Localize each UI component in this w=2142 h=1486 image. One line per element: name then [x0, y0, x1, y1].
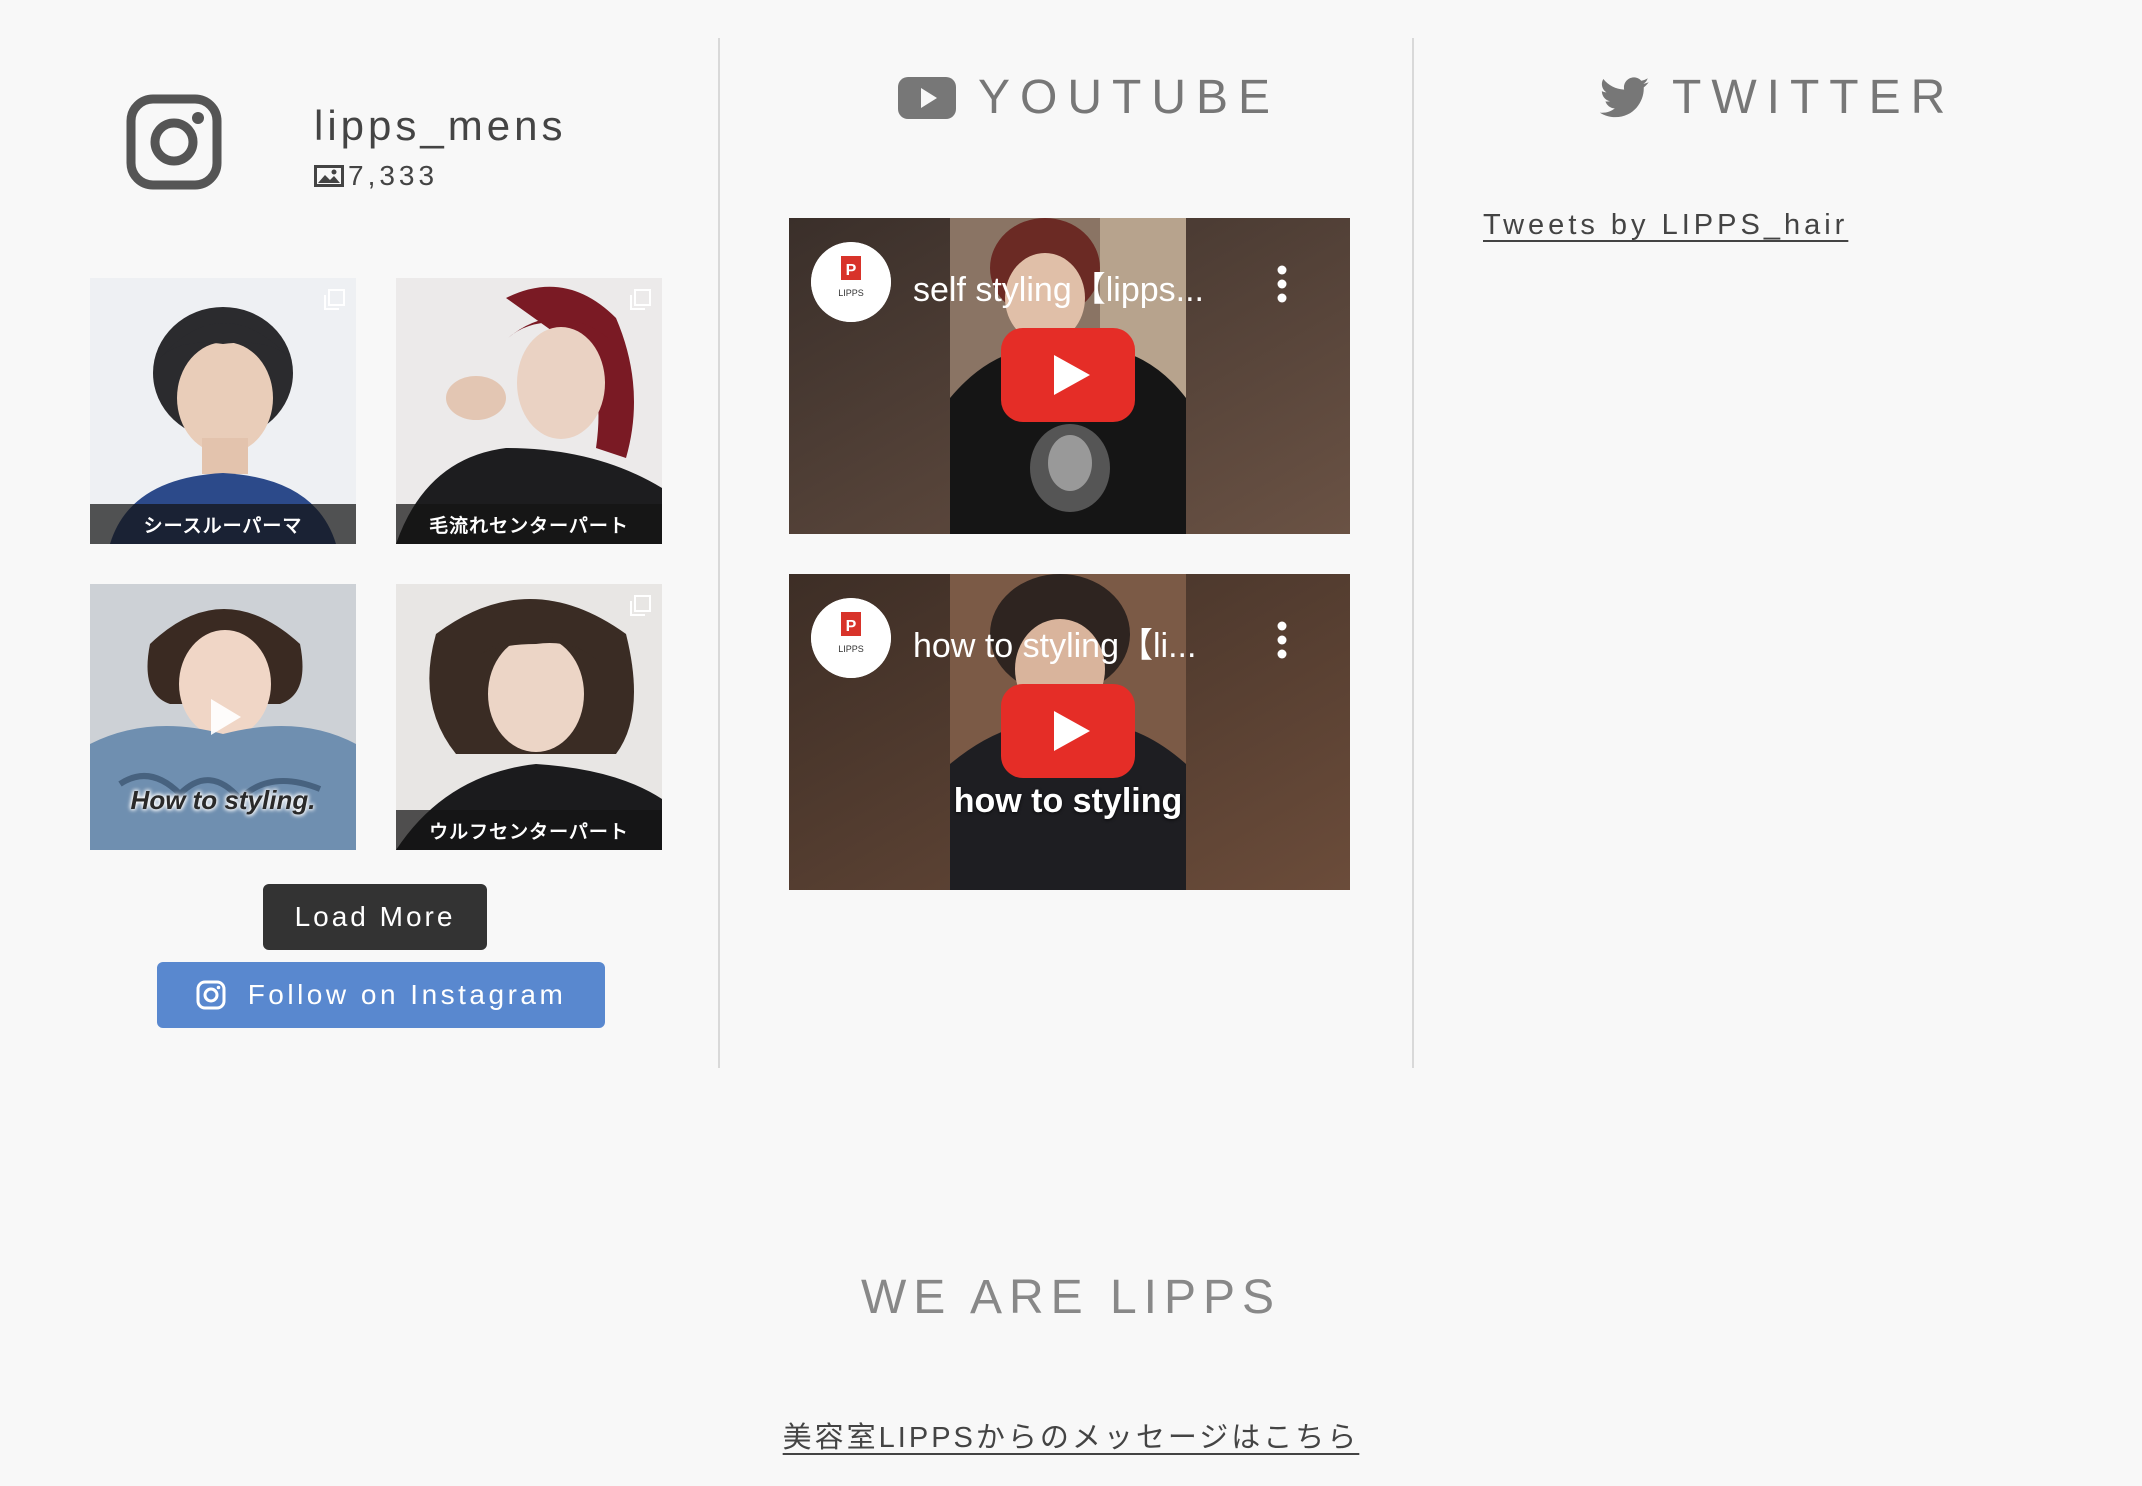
- youtube-heading: YOUTUBE: [898, 70, 1280, 125]
- column-divider: [718, 38, 720, 1068]
- carousel-icon: [630, 595, 651, 616]
- post-caption: ウルフセンターパート: [396, 810, 662, 850]
- carousel-icon: [324, 289, 345, 310]
- instagram-logo-icon[interactable]: [126, 94, 222, 190]
- channel-avatar[interactable]: P LIPPS: [811, 242, 891, 322]
- instagram-post[interactable]: 毛流れセンターパート: [396, 278, 662, 544]
- instagram-post[interactable]: ウルフセンターパート: [396, 584, 662, 850]
- salon-message-link[interactable]: 美容室LIPPSからのメッセージはこちら: [0, 1414, 2142, 1456]
- channel-avatar-text: LIPPS: [838, 644, 864, 654]
- follow-on-instagram-button[interactable]: Follow on Instagram: [157, 962, 605, 1028]
- channel-avatar-text: LIPPS: [838, 288, 864, 298]
- svg-text:P: P: [846, 618, 857, 635]
- video-title[interactable]: self styling【lipps...: [913, 262, 1204, 311]
- post-count-value: 7,333: [348, 160, 439, 191]
- post-overlay-text: How to styling.: [130, 785, 316, 815]
- follow-button-label: Follow on Instagram: [247, 979, 567, 1010]
- instagram-icon: [196, 980, 226, 1010]
- load-more-button[interactable]: Load More: [263, 884, 487, 950]
- video-title[interactable]: how to styling【li...: [913, 618, 1196, 667]
- channel-avatar[interactable]: P LIPPS: [811, 598, 891, 678]
- instagram-post[interactable]: シースルーパーマ: [90, 278, 356, 544]
- instagram-post[interactable]: How to styling.: [90, 584, 356, 850]
- video-thumbnail-caption: how to styling: [953, 782, 1183, 820]
- instagram-username[interactable]: lipps_mens: [314, 102, 566, 150]
- twitter-heading-text: TWITTER: [1672, 71, 1956, 124]
- more-options-icon[interactable]: [1276, 264, 1288, 304]
- youtube-play-button-icon[interactable]: [1001, 684, 1135, 778]
- youtube-heading-text: YOUTUBE: [978, 71, 1281, 124]
- instagram-profile-header: lipps_mens 7,333: [90, 88, 690, 218]
- svg-text:P: P: [846, 262, 857, 279]
- salon-message-link-text[interactable]: 美容室LIPPSからのメッセージはこちら: [783, 1422, 1360, 1454]
- video-play-icon: [211, 699, 241, 735]
- youtube-icon: [898, 76, 956, 119]
- youtube-play-button-icon[interactable]: [1001, 328, 1135, 422]
- twitter-bird-icon: [1600, 76, 1650, 117]
- post-caption: 毛流れセンターパート: [396, 504, 662, 544]
- youtube-video-embed[interactable]: P LIPPS how to styling【li... how to styl…: [789, 574, 1350, 890]
- we-are-lipps-heading: WE ARE LIPPS: [860, 1271, 1282, 1324]
- image-icon: [314, 165, 344, 187]
- column-divider: [1412, 38, 1414, 1068]
- post-caption: シースルーパーマ: [90, 504, 356, 544]
- instagram-post-count: 7,333: [314, 160, 438, 192]
- more-options-icon[interactable]: [1276, 620, 1288, 660]
- twitter-heading: TWITTER: [1600, 70, 1955, 125]
- youtube-video-embed[interactable]: P LIPPS self styling【lipps...: [789, 218, 1350, 534]
- tweets-by-link[interactable]: Tweets by LIPPS_hair: [1483, 209, 1848, 242]
- carousel-icon: [630, 289, 651, 310]
